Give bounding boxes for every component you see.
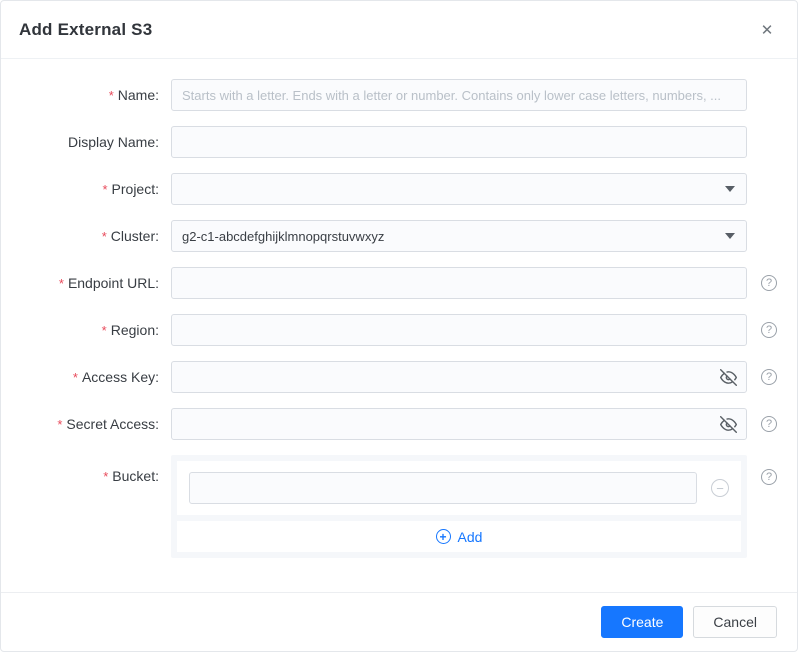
required-marker: *: [72, 370, 78, 385]
dialog-footer: Create Cancel: [1, 592, 797, 651]
access-key-suffix: ?: [747, 361, 777, 393]
secret-access-suffix: ?: [747, 408, 777, 440]
required-marker: *: [102, 182, 108, 197]
required-marker: *: [57, 417, 63, 432]
plus-circle-icon: +: [435, 529, 451, 544]
create-button[interactable]: Create: [601, 606, 684, 638]
required-marker: *: [101, 323, 107, 338]
name-row: * Name:: [21, 79, 777, 111]
help-icon[interactable]: ?: [761, 369, 777, 385]
endpoint-url-row: * Endpoint URL: ?: [21, 267, 777, 299]
bucket-group: − + Add: [171, 455, 747, 558]
bucket-suffix: ?: [747, 455, 777, 485]
region-row: * Region: ?: [21, 314, 777, 346]
bucket-row: * Bucket: − + Add ?: [21, 455, 777, 558]
endpoint-url-control: [171, 267, 747, 299]
endpoint-url-label: * Endpoint URL:: [58, 275, 159, 291]
cluster-row: * Cluster: g2-c1-abcdefghijklmnopqrstuvwx…: [21, 220, 777, 252]
help-icon[interactable]: ?: [761, 469, 777, 485]
eye-off-icon[interactable]: [719, 415, 737, 433]
name-control: [171, 79, 747, 111]
project-select[interactable]: [171, 173, 747, 205]
help-icon[interactable]: ?: [761, 275, 777, 291]
required-marker: *: [101, 229, 107, 244]
required-marker: *: [108, 88, 114, 103]
endpoint-url-suffix: ?: [747, 267, 777, 299]
dialog-header: Add External S3 ✕: [1, 1, 797, 59]
cluster-select[interactable]: g2-c1-abcdefghijklmnopqrstuvwxyz: [171, 220, 747, 252]
display-name-suffix: [747, 126, 777, 158]
display-name-row: Display Name:: [21, 126, 777, 158]
cluster-label: * Cluster:: [101, 228, 159, 244]
display-name-input[interactable]: [171, 126, 747, 158]
cluster-suffix: [747, 220, 777, 252]
remove-bucket-icon[interactable]: −: [711, 479, 729, 497]
display-name-label: Display Name:: [67, 134, 159, 150]
add-bucket-button[interactable]: + Add: [177, 521, 741, 552]
bucket-item: −: [177, 461, 741, 515]
display-name-control: [171, 126, 747, 158]
access-key-label: * Access Key:: [72, 369, 159, 385]
region-label: * Region:: [101, 322, 159, 338]
endpoint-url-input[interactable]: [171, 267, 747, 299]
access-key-row: * Access Key: ?: [21, 361, 777, 393]
name-input[interactable]: [171, 79, 747, 111]
help-icon[interactable]: ?: [761, 416, 777, 432]
help-icon[interactable]: ?: [761, 322, 777, 338]
project-label: * Project:: [102, 181, 159, 197]
region-input[interactable]: [171, 314, 747, 346]
cluster-control: g2-c1-abcdefghijklmnopqrstuvwxyz: [171, 220, 747, 252]
eye-off-icon[interactable]: [719, 368, 737, 386]
project-row: * Project:: [21, 173, 777, 205]
name-suffix: [747, 79, 777, 111]
bucket-label: * Bucket:: [103, 468, 159, 484]
bucket-input[interactable]: [189, 472, 697, 504]
dialog-body: *Name: Display Name: *Project:: [1, 59, 797, 592]
access-key-control: [171, 361, 747, 393]
bucket-control: − + Add: [171, 455, 747, 558]
required-marker: *: [58, 276, 64, 291]
required-marker: *: [103, 469, 109, 484]
cancel-button[interactable]: Cancel: [693, 606, 777, 638]
dropdown-arrow-icon: [725, 186, 735, 192]
project-suffix: [747, 173, 777, 205]
add-bucket-label: Add: [457, 528, 483, 545]
project-control: [171, 173, 747, 205]
secret-access-input[interactable]: [171, 408, 747, 440]
region-suffix: ?: [747, 314, 777, 346]
cluster-selected-value: g2-c1-abcdefghijklmnopqrstuvwxyz: [182, 228, 385, 244]
secret-access-control: [171, 408, 747, 440]
dropdown-arrow-icon: [725, 233, 735, 239]
close-icon[interactable]: ✕: [755, 18, 779, 42]
secret-access-row: * Secret Access: ?: [21, 408, 777, 440]
name-label: * Name:: [108, 87, 159, 103]
add-external-s3-dialog: Add External S3 ✕ *Name: Display Name: *…: [0, 0, 798, 652]
secret-access-label: * Secret Access:: [57, 416, 159, 432]
access-key-input[interactable]: [171, 361, 747, 393]
region-control: [171, 314, 747, 346]
dialog-title: Add External S3: [19, 19, 153, 39]
